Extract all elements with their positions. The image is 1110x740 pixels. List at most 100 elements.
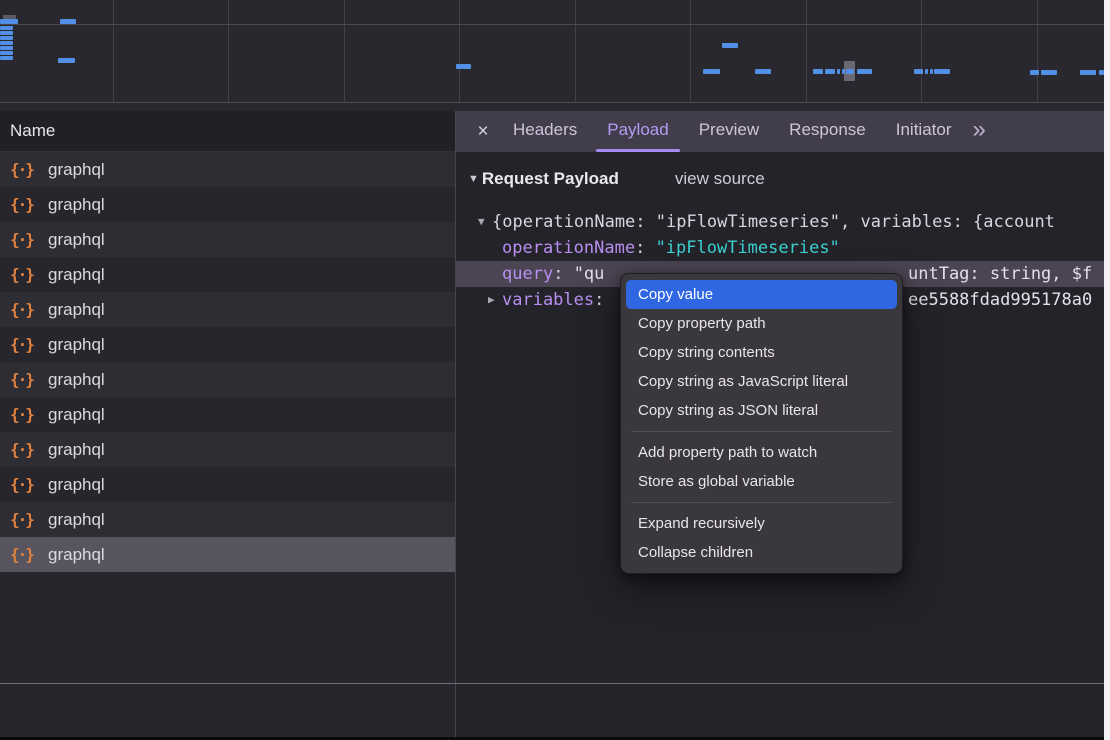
table-row[interactable]: {·}graphql [0, 187, 455, 222]
timeline-request-bar [1030, 70, 1039, 75]
menu-item-copy-property-path[interactable]: Copy property path [626, 309, 897, 338]
request-payload-section-header[interactable]: ▼ Request Payload view source [468, 165, 765, 193]
menu-item-copy-string-as-json-literal[interactable]: Copy string as JSON literal [626, 396, 897, 425]
json-braces-icon: {·} [10, 230, 36, 249]
menu-item-collapse-children[interactable]: Collapse children [626, 538, 897, 567]
json-braces-icon: {·} [10, 335, 36, 354]
disclosure-triangle-icon[interactable]: ▼ [468, 173, 479, 185]
json-braces-icon: {·} [10, 195, 36, 214]
json-braces-icon: {·} [10, 300, 36, 319]
tab-headers[interactable]: Headers [498, 111, 592, 152]
devtools-network-panel: Name {·}graphql{·}graphql{·}graphql{·}gr… [0, 0, 1110, 740]
request-name: graphql [48, 475, 105, 495]
menu-separator [631, 502, 892, 503]
request-name: graphql [48, 335, 105, 355]
timeline-request-bar [837, 69, 840, 74]
table-row[interactable]: {·} graphql [0, 397, 455, 432]
object-preview: {operationName: "ipFlowTimeseries", vari… [492, 209, 1055, 235]
timeline-gridline [344, 0, 345, 103]
table-row[interactable]: {·}graphql [0, 362, 455, 397]
json-braces-icon: {·} [10, 545, 36, 564]
tab-payload[interactable]: Payload [592, 111, 683, 152]
request-name: graphql [48, 230, 105, 250]
timeline-gridline [228, 0, 229, 103]
timeline-gridline [921, 0, 922, 103]
timeline-request-bar [58, 58, 75, 63]
view-source-link[interactable]: view source [675, 169, 765, 189]
timeline-request-bar [755, 69, 771, 74]
property-value-string: "qu [574, 264, 605, 284]
timeline-request-bar [846, 69, 854, 74]
section-title: Request Payload [482, 169, 619, 189]
timeline-request-bar [0, 46, 13, 50]
timeline-request-bar [703, 69, 720, 74]
request-name: graphql [48, 405, 105, 425]
context-menu: Copy valueCopy property pathCopy string … [620, 273, 903, 574]
property-value-string-fragment: ee5588fdad995178a0 [908, 287, 1092, 313]
tab-response[interactable]: Response [774, 111, 881, 152]
property-key: variables [502, 290, 604, 310]
timeline-request-bar [60, 19, 76, 24]
json-braces-icon: {·} [10, 440, 36, 459]
timeline-request-bar [0, 19, 18, 24]
timeline-request-bar [0, 26, 13, 30]
disclosure-triangle-icon[interactable]: ▼ [478, 209, 485, 235]
timeline-request-bar [857, 69, 872, 74]
table-row[interactable]: {·}graphql [0, 257, 455, 292]
table-row[interactable]: {·} graphql [0, 432, 455, 467]
property-entry: variables [502, 287, 604, 313]
timeline-lane-divider [0, 102, 1104, 103]
request-name: graphql [48, 510, 105, 530]
tab-preview[interactable]: Preview [684, 111, 774, 152]
timeline-request-bar [0, 41, 13, 45]
timeline-request-bar [1080, 70, 1096, 75]
request-list: {·} graphql {·} graphql {·} graphql {·} graphql… [0, 152, 455, 572]
timeline-gridline [113, 0, 114, 103]
timeline-request-bar [722, 43, 738, 48]
page-background-edge [1104, 0, 1110, 740]
tree-row-operationname[interactable]: operationName "ipFlowTimeseries" [456, 235, 1104, 261]
menu-item-store-as-global-variable[interactable]: Store as global variable [626, 467, 897, 496]
menu-item-add-property-path-to-watch[interactable]: Add property path to watch [626, 438, 897, 467]
disclosure-triangle-icon[interactable]: ▶ [488, 287, 495, 313]
table-row[interactable]: {·} graphql [0, 327, 455, 362]
property-value-string-fragment: untTag: string, $f [908, 261, 1092, 287]
timeline-request-bar [0, 56, 13, 60]
table-row[interactable]: {·}graphql [0, 467, 455, 502]
timeline-gridline [575, 0, 576, 103]
timeline-gridline [806, 0, 807, 103]
request-name: graphql [48, 545, 105, 565]
timeline-request-bar [930, 69, 933, 74]
timeline-gridline [690, 0, 691, 103]
table-row[interactable]: {·}graphql [0, 502, 455, 537]
close-icon[interactable]: × [468, 111, 498, 152]
property-value-string [645, 238, 655, 258]
table-row[interactable]: {·} graphql [0, 152, 455, 187]
json-braces-icon: {·} [10, 160, 36, 179]
more-tabs-icon[interactable]: » [972, 111, 983, 152]
property-key: query [502, 264, 563, 284]
menu-item-copy-string-as-javascript-literal[interactable]: Copy string as JavaScript literal [626, 367, 897, 396]
request-name: graphql [48, 265, 105, 285]
menu-item-expand-recursively[interactable]: Expand recursively [626, 509, 897, 538]
property-entry: operationName "ipFlowTimeseries" [502, 235, 840, 261]
timeline-request-bar [842, 69, 845, 74]
table-row[interactable]: {·} graphql [0, 222, 455, 257]
timeline-request-bar [0, 51, 13, 55]
table-row[interactable]: {·}graphql [0, 292, 455, 327]
network-overview-timeline[interactable] [0, 0, 1104, 111]
timeline-request-bar [934, 69, 950, 74]
detail-tab-bar: × HeadersPayloadPreviewResponseInitiator… [456, 111, 1104, 152]
request-name: graphql [48, 370, 105, 390]
request-name: graphql [48, 440, 105, 460]
request-name: graphql [48, 160, 105, 180]
tab-initiator[interactable]: Initiator [881, 111, 967, 152]
table-row[interactable]: {·} graphql [0, 537, 455, 572]
menu-item-copy-string-contents[interactable]: Copy string contents [626, 338, 897, 367]
name-column-header[interactable]: Name [0, 111, 455, 152]
menu-separator [631, 431, 892, 432]
timeline-request-bar [825, 69, 835, 74]
json-braces-icon: {·} [10, 405, 36, 424]
menu-item-copy-value[interactable]: Copy value [626, 280, 897, 309]
tree-row-root[interactable]: ▼ {operationName: "ipFlowTimeseries", va… [456, 209, 1104, 235]
